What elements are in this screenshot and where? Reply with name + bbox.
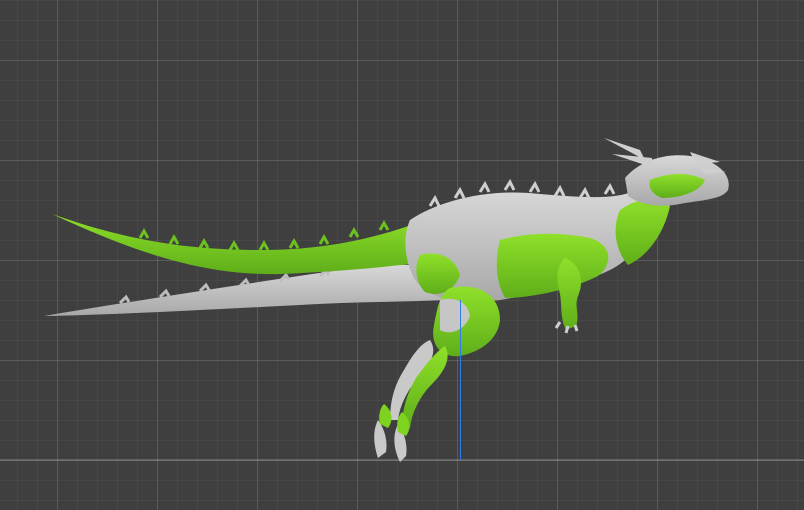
neck-paint	[615, 198, 670, 265]
forelimb	[557, 258, 582, 330]
3d-viewport[interactable]	[0, 0, 804, 510]
dinosaur-mesh[interactable]	[0, 0, 804, 510]
z-axis-line	[460, 300, 461, 460]
upper-tail	[52, 214, 425, 275]
belly-paint	[496, 233, 609, 298]
